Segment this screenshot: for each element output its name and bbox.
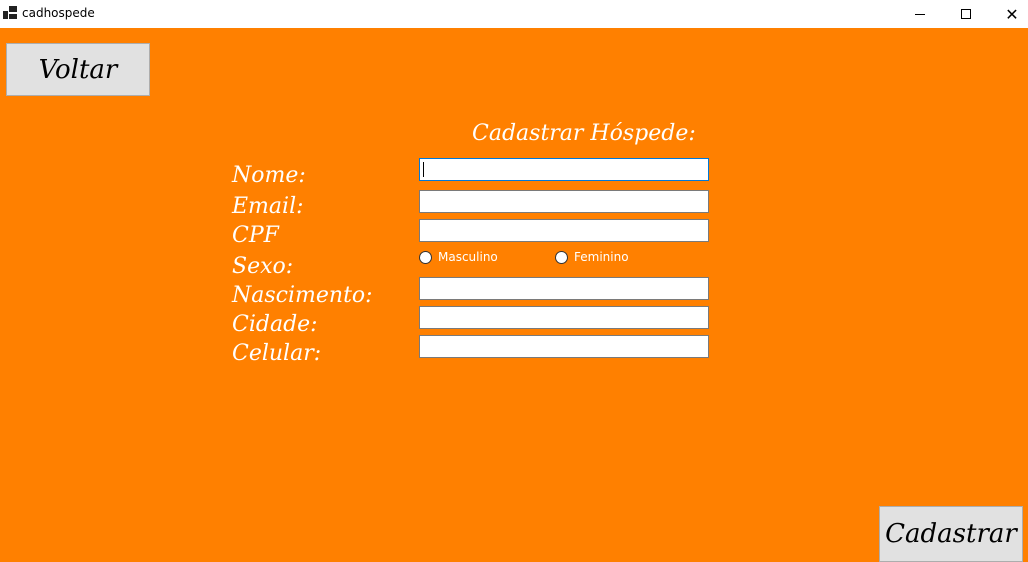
label-celular: Celular: bbox=[232, 341, 322, 366]
radio-feminino[interactable]: Feminino bbox=[555, 250, 629, 264]
celular-input[interactable] bbox=[419, 335, 709, 358]
radio-circle-icon bbox=[555, 250, 568, 264]
maximize-button[interactable] bbox=[943, 0, 989, 28]
close-button[interactable]: ✕ bbox=[989, 0, 1028, 28]
label-email: Email: bbox=[232, 194, 304, 219]
cpf-input[interactable] bbox=[419, 219, 709, 242]
label-sexo: Sexo: bbox=[232, 254, 294, 279]
close-icon: ✕ bbox=[1005, 4, 1019, 24]
nome-input[interactable] bbox=[419, 158, 709, 181]
label-cidade: Cidade: bbox=[232, 312, 318, 337]
minimize-icon bbox=[915, 13, 925, 15]
window-title: cadhospede bbox=[22, 6, 95, 20]
label-nome: Nome: bbox=[232, 163, 306, 188]
radio-masculino-label: Masculino bbox=[438, 250, 498, 264]
radio-masculino[interactable]: Masculino bbox=[419, 250, 498, 264]
title-bar: cadhospede ✕ bbox=[0, 0, 1028, 28]
minimize-button[interactable] bbox=[897, 0, 943, 28]
radio-feminino-label: Feminino bbox=[574, 250, 629, 264]
maximize-icon bbox=[961, 9, 971, 19]
cidade-input[interactable] bbox=[419, 306, 709, 329]
nascimento-input[interactable] bbox=[419, 277, 709, 300]
label-nascimento: Nascimento: bbox=[232, 283, 373, 308]
submit-button[interactable]: Cadastrar bbox=[879, 506, 1023, 562]
form-area: Voltar Cadastrar Hóspede: Nome: Email: C… bbox=[0, 28, 1028, 562]
label-cpf: CPF bbox=[232, 223, 279, 248]
radio-circle-icon bbox=[419, 250, 432, 264]
back-button[interactable]: Voltar bbox=[6, 43, 150, 96]
email-input[interactable] bbox=[419, 190, 709, 213]
app-window-icon bbox=[3, 6, 17, 20]
form-heading: Cadastrar Hóspede: bbox=[472, 121, 696, 146]
text-caret bbox=[423, 162, 424, 177]
